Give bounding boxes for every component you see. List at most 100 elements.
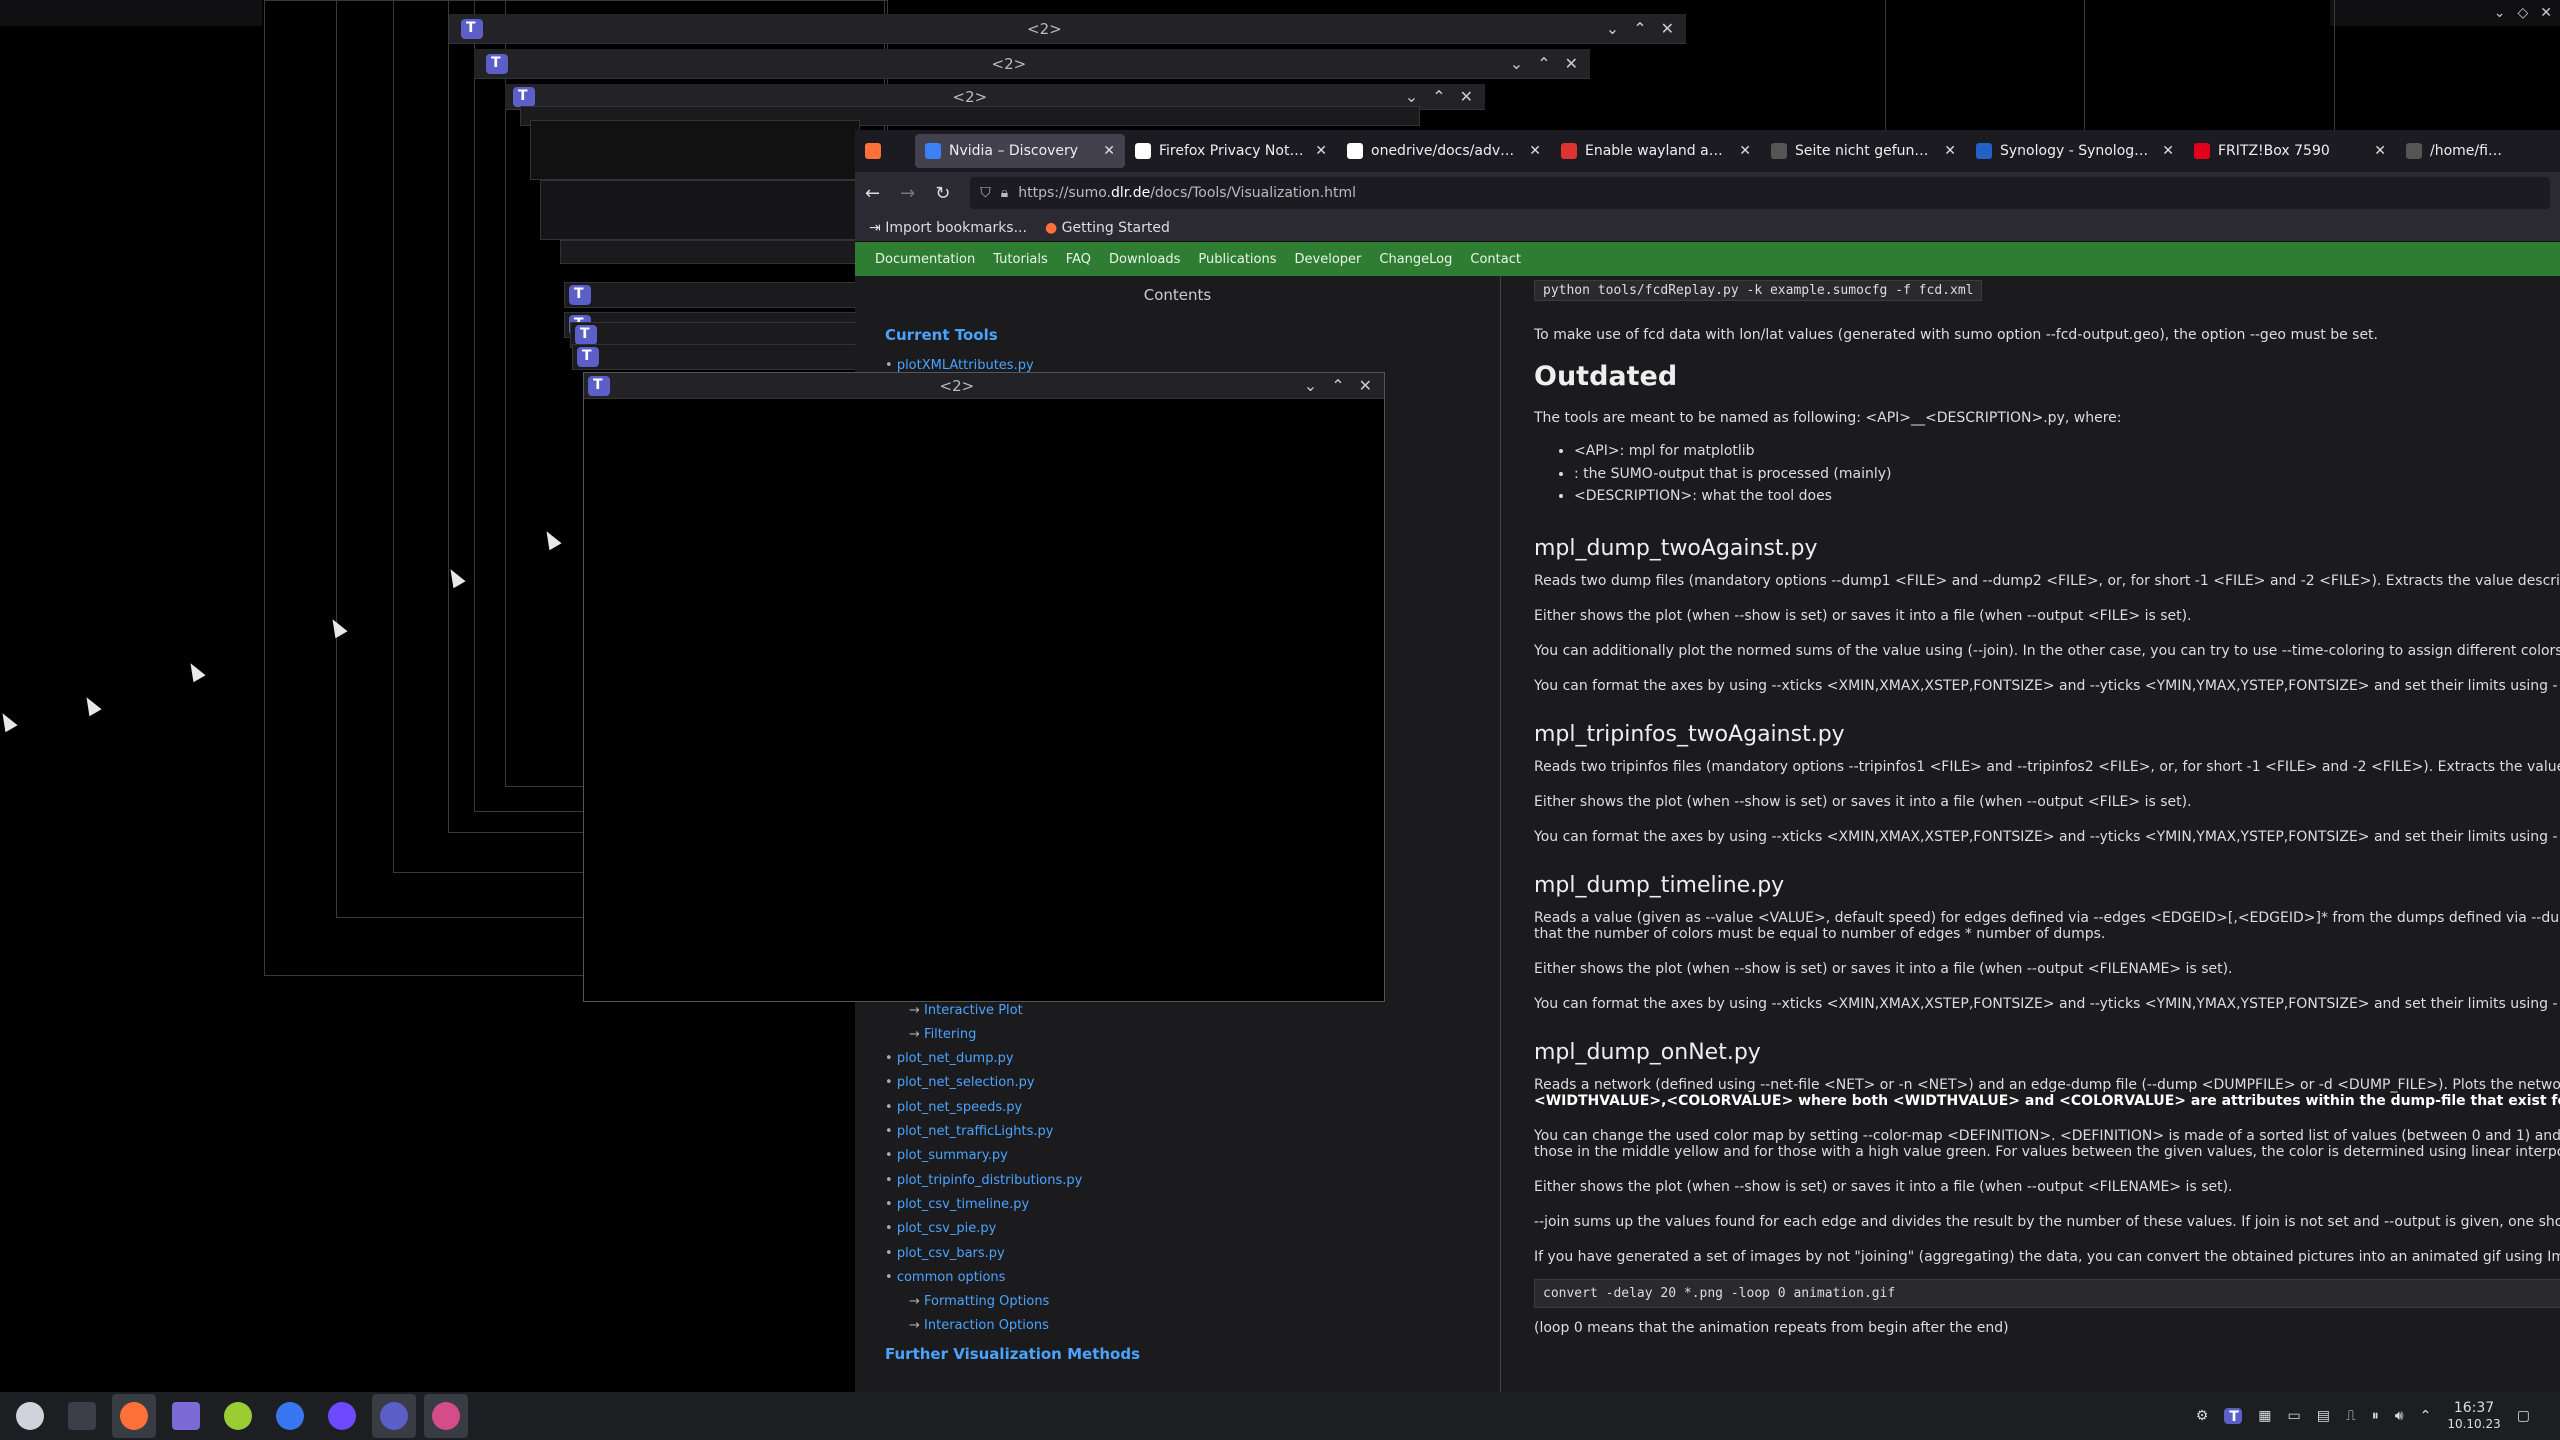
toc-sub[interactable]: Filtering xyxy=(885,1023,1470,1047)
paragraph: <WIDTHVALUE>,<COLORVALUE> where both <WI… xyxy=(1534,1092,2560,1109)
toc-item[interactable]: common options xyxy=(885,1266,1470,1290)
taskbar-app[interactable] xyxy=(320,1394,364,1438)
clock-time: 16:37 xyxy=(2453,1400,2495,1416)
maximize-icon[interactable]: ⌃ xyxy=(1537,54,1550,73)
close-icon[interactable]: ✕ xyxy=(1359,376,1372,395)
code-block: convert -delay 20 *.png -loop 0 animatio… xyxy=(1534,1278,2560,1308)
site-nav-link[interactable]: Developer xyxy=(1295,252,1362,267)
tab-2[interactable]: Firefox Privacy Notice — ✕ xyxy=(1125,134,1337,168)
paragraph: You can additionally plot the normed sum… xyxy=(1534,642,2560,659)
site-nav-link[interactable]: Publications xyxy=(1198,252,1276,267)
toc-item[interactable]: plot_net_selection.py xyxy=(885,1071,1470,1095)
paragraph: (loop 0 means that the animation repeats… xyxy=(1534,1319,2009,1336)
grid-icon[interactable]: ▦ xyxy=(2258,1408,2271,1424)
close-tab-icon[interactable]: ✕ xyxy=(2162,143,2174,159)
fritz-icon xyxy=(2194,143,2210,159)
taskbar-app[interactable] xyxy=(372,1394,416,1438)
reload-icon[interactable]: ↻ xyxy=(935,183,950,204)
clipboard-icon[interactable]: ▤ xyxy=(2317,1408,2330,1424)
close-icon[interactable]: ✕ xyxy=(1565,54,1578,73)
close-icon[interactable]: ✕ xyxy=(2540,5,2552,21)
media-icon[interactable]: ⏸ xyxy=(2372,1408,2379,1424)
tab-1[interactable]: Nvidia – Discovery ✕ xyxy=(915,134,1125,168)
minimize-icon[interactable]: ⌄ xyxy=(1606,19,1619,38)
site-nav-link[interactable]: Tutorials xyxy=(993,252,1048,267)
toc-item[interactable]: plot_tripinfo_distributions.py xyxy=(885,1169,1470,1193)
toc-sub[interactable]: Formatting Options xyxy=(885,1290,1470,1314)
toc-item[interactable]: plot_net_speeds.py xyxy=(885,1096,1470,1120)
toc-item[interactable]: plot_csv_timeline.py xyxy=(885,1193,1470,1217)
volume-icon[interactable]: 🔊︎ xyxy=(2395,1408,2404,1424)
teams-icon xyxy=(569,285,591,305)
taskbar-app[interactable] xyxy=(112,1394,156,1438)
toc-sub[interactable]: Interaction Options xyxy=(885,1314,1470,1338)
settings-icon[interactable]: ⚙ xyxy=(2196,1408,2209,1424)
paragraph: The tools are meant to be named as follo… xyxy=(1534,410,2122,426)
toc-item[interactable]: plot_csv_pie.py xyxy=(885,1217,1470,1241)
minimize-icon[interactable]: ⌄ xyxy=(1304,376,1317,395)
close-icon[interactable]: ✕ xyxy=(1460,87,1473,106)
show-desktop-icon[interactable]: ▢ xyxy=(2517,1408,2530,1424)
bookmark-import[interactable]: ⇥ Import bookmarks... xyxy=(869,220,1027,236)
close-diamond-icon[interactable]: ◇ xyxy=(2517,5,2528,21)
chevron-up-icon[interactable]: ⌃ xyxy=(2420,1408,2432,1424)
maximize-icon[interactable]: ⌃ xyxy=(1331,376,1344,395)
close-tab-icon[interactable]: ✕ xyxy=(1103,143,1115,159)
close-tab-icon[interactable]: ✕ xyxy=(2374,143,2386,159)
teams-tray-icon[interactable] xyxy=(2224,1408,2243,1425)
toc-section-further[interactable]: Further Visualization Methods xyxy=(885,1345,1470,1363)
taskbar-app[interactable] xyxy=(60,1394,104,1438)
tab-0[interactable] xyxy=(855,134,915,168)
site-nav-link[interactable]: FAQ xyxy=(1066,252,1091,267)
minimize-icon[interactable]: ⌄ xyxy=(1405,87,1418,106)
maximize-icon[interactable]: ⌃ xyxy=(1633,19,1646,38)
tab-label: onedrive/docs/advanced xyxy=(1371,143,1521,159)
taskbar-app[interactable] xyxy=(424,1394,468,1438)
network-icon[interactable]: ⎍ xyxy=(2346,1408,2356,1424)
close-tab-icon[interactable]: ✕ xyxy=(1739,143,1751,159)
tab-4[interactable]: Enable wayland automat ✕ xyxy=(1551,134,1761,168)
toc-section-current[interactable]: Current Tools xyxy=(885,326,1470,344)
popup-titlebar[interactable]: <2> ⌄ ⌃ ✕ xyxy=(584,373,1384,399)
taskbar-app[interactable] xyxy=(8,1394,52,1438)
taskbar-app[interactable] xyxy=(216,1394,260,1438)
lock-icon[interactable]: 🔒︎ xyxy=(1001,185,1008,201)
url-text: https://sumo.dlr.de/docs/Tools/Visualiza… xyxy=(1018,185,1357,201)
site-nav-link[interactable]: Downloads xyxy=(1109,252,1180,267)
back-icon[interactable]: ← xyxy=(865,183,880,204)
ghost-window-controls[interactable]: ⌄ ◇ ✕ xyxy=(2330,0,2560,26)
taskbar-app[interactable] xyxy=(164,1394,208,1438)
tab-8[interactable]: /home/finn/Desk xyxy=(2396,134,2516,168)
tab-3[interactable]: onedrive/docs/advanced ✕ xyxy=(1337,134,1551,168)
tab-5[interactable]: Seite nicht gefunden | U ✕ xyxy=(1761,134,1966,168)
toc-item[interactable]: plot_summary.py xyxy=(885,1144,1470,1168)
chevron-down-icon[interactable]: ⌄ xyxy=(2494,5,2506,21)
toc-item[interactable]: plot_csv_bars.py xyxy=(885,1242,1470,1266)
heading-two-against: mpl_dump_twoAgainst.py xyxy=(1534,535,1818,561)
nav-bar: ← → ↻ ⛉ 🔒︎ https://sumo.dlr.de/docs/Tool… xyxy=(855,172,2560,214)
tab-6[interactable]: Synology - Synology NAS ✕ xyxy=(1966,134,2184,168)
close-icon[interactable]: ✕ xyxy=(1661,19,1674,38)
site-nav-link[interactable]: ChangeLog xyxy=(1379,252,1452,267)
teams-popup-window[interactable]: <2> ⌄ ⌃ ✕ xyxy=(583,372,1385,1002)
bookmark-getting-started[interactable]: ● Getting Started xyxy=(1045,220,1170,236)
toc-item[interactable]: plot_net_dump.py xyxy=(885,1047,1470,1071)
shield-icon[interactable]: ⛉ xyxy=(980,185,991,201)
taskbar-app[interactable] xyxy=(268,1394,312,1438)
tab-7[interactable]: FRITZ!Box 7590 ✕ xyxy=(2184,134,2396,168)
url-bar[interactable]: ⛉ 🔒︎ https://sumo.dlr.de/docs/Tools/Visu… xyxy=(970,177,2550,209)
clock[interactable]: 16:37 10.10.23 xyxy=(2447,1400,2500,1432)
toc-sub[interactable]: Interactive Plot xyxy=(885,999,1470,1023)
display-icon[interactable]: ▭ xyxy=(2287,1408,2300,1424)
maximize-icon[interactable]: ⌃ xyxy=(1432,87,1445,106)
minimize-icon[interactable]: ⌄ xyxy=(1510,54,1523,73)
paragraph: You can format the axes by using --xtick… xyxy=(1534,677,2558,694)
close-tab-icon[interactable]: ✕ xyxy=(1944,143,1956,159)
site-nav-link[interactable]: Contact xyxy=(1470,252,1521,267)
close-tab-icon[interactable]: ✕ xyxy=(1315,143,1327,159)
close-tab-icon[interactable]: ✕ xyxy=(1529,143,1541,159)
site-nav-link[interactable]: Documentation xyxy=(875,252,975,267)
forward-icon[interactable]: → xyxy=(900,183,915,204)
toc-item[interactable]: plot_net_trafficLights.py xyxy=(885,1120,1470,1144)
heading-onnet: mpl_dump_onNet.py xyxy=(1534,1039,1761,1065)
